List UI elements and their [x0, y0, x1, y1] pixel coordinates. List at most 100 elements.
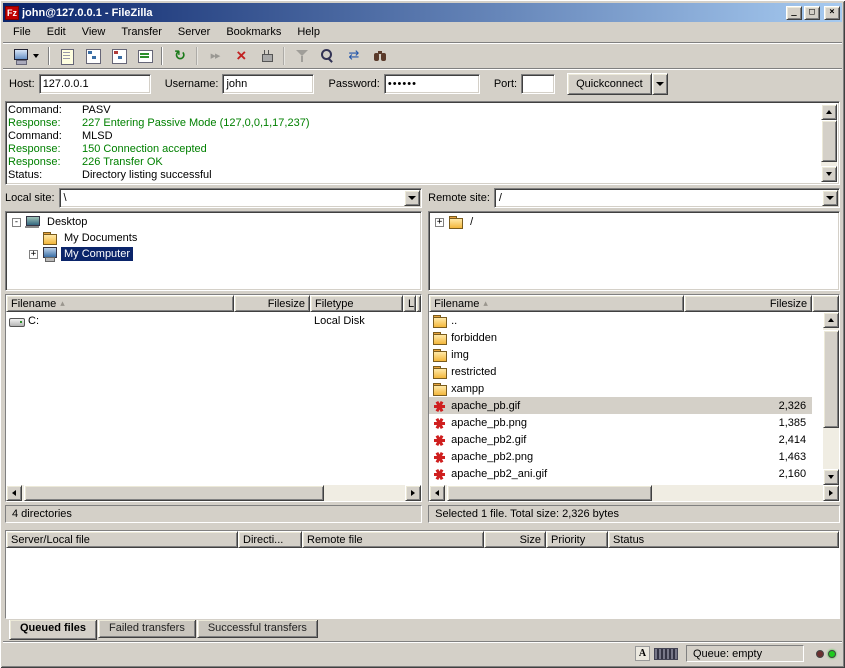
remote-directory-tree: + / — [428, 211, 840, 291]
scroll-down-icon[interactable] — [823, 469, 839, 485]
scrollbar-thumb[interactable] — [823, 330, 839, 428]
file-row[interactable]: img — [429, 346, 812, 363]
port-input[interactable] — [521, 74, 555, 94]
menu-item-edit[interactable]: Edit — [39, 22, 74, 42]
horizontal-splitter[interactable] — [3, 523, 842, 530]
file-name: C: — [28, 315, 39, 327]
compare-icon[interactable] — [316, 45, 340, 67]
file-row[interactable]: apache_pb2_ani.gif 2,160 — [429, 465, 812, 482]
file-row[interactable]: .. — [429, 312, 812, 329]
host-input[interactable] — [39, 74, 151, 94]
column-header[interactable]: Priority — [546, 531, 608, 548]
filter-icon[interactable] — [290, 45, 314, 67]
column-header[interactable]: Remote file — [302, 531, 484, 548]
column-header[interactable]: Directi... — [238, 531, 302, 548]
password-input[interactable] — [384, 74, 480, 94]
column-header[interactable]: Filename — [6, 295, 234, 312]
remote-file-list: .. forbidden img — [429, 312, 839, 485]
tab-successful-transfers[interactable]: Successful transfers — [197, 620, 318, 638]
toggle-queue-icon[interactable] — [133, 45, 157, 67]
column-header[interactable]: L — [403, 295, 416, 312]
scroll-down-icon[interactable] — [821, 166, 837, 182]
quickconnect-button[interactable]: Quickconnect — [567, 73, 652, 95]
toggle-message-log-icon[interactable] — [55, 45, 79, 67]
tree-expander[interactable]: - — [12, 218, 21, 227]
menu-item-view[interactable]: View — [74, 22, 114, 42]
local-site-combobox[interactable]: \ — [59, 188, 423, 208]
cancel-icon[interactable] — [229, 45, 253, 67]
menu-item-file[interactable]: File — [5, 22, 39, 42]
file-row[interactable]: restricted — [429, 363, 812, 380]
remote-horizontal-scrollbar[interactable] — [429, 485, 839, 501]
column-header[interactable]: Status — [608, 531, 839, 548]
log-prefix: Command: — [8, 104, 82, 117]
file-row[interactable]: apache_pb2.gif 2,414 — [429, 431, 812, 448]
scroll-right-icon[interactable] — [405, 485, 421, 501]
chevron-down-icon[interactable] — [404, 190, 420, 206]
remote-site-row: Remote site: / — [428, 187, 840, 209]
menu-item-server[interactable]: Server — [170, 22, 218, 42]
menu-item-transfer[interactable]: Transfer — [113, 22, 170, 42]
process-queue-icon[interactable] — [203, 45, 227, 67]
column-header[interactable]: Filetype — [310, 295, 403, 312]
maximize-button[interactable]: □ — [804, 6, 820, 20]
file-row[interactable]: xampp — [429, 380, 812, 397]
tree-item[interactable]: + / — [429, 214, 839, 230]
file-row[interactable]: apache_pb.png 1,385 — [429, 414, 812, 431]
file-name-cell: apache_pb2_ani.gif — [429, 467, 684, 481]
tab-failed-transfers[interactable]: Failed transfers — [98, 620, 196, 638]
toggle-remote-tree-icon[interactable] — [107, 45, 131, 67]
quickconnect-dropdown-button[interactable] — [652, 73, 668, 95]
find-files-icon[interactable] — [368, 45, 392, 67]
status-bar: A Queue: empty — [3, 641, 842, 665]
username-input[interactable] — [222, 74, 314, 94]
scroll-up-icon[interactable] — [823, 312, 839, 328]
tree-expander[interactable]: + — [435, 218, 444, 227]
file-row[interactable]: forbidden — [429, 329, 812, 346]
remote-vertical-scrollbar[interactable] — [823, 312, 839, 485]
column-header[interactable]: Server/Local file — [6, 531, 238, 548]
file-row[interactable]: apache_pb.gif 2,326 — [429, 397, 812, 414]
chevron-down-icon[interactable] — [822, 190, 838, 206]
scroll-left-icon[interactable] — [429, 485, 445, 501]
tree-item[interactable]: + My Computer — [6, 246, 421, 262]
remote-site-combobox[interactable]: / — [494, 188, 840, 208]
remote-file-listview: Filename Filesize .. — [428, 294, 840, 502]
column-header[interactable]: Size — [484, 531, 546, 548]
refresh-icon[interactable] — [168, 45, 192, 67]
menu-item-bookmarks[interactable]: Bookmarks — [218, 22, 289, 42]
scroll-right-icon[interactable] — [823, 485, 839, 501]
scrollbar-thumb[interactable] — [821, 120, 837, 162]
tab-queued-files[interactable]: Queued files — [9, 620, 97, 640]
scroll-left-icon[interactable] — [6, 485, 22, 501]
toggle-local-tree-icon[interactable] — [81, 45, 105, 67]
minimize-button[interactable]: _ — [786, 6, 802, 20]
log-scrollbar[interactable] — [821, 104, 837, 182]
file-row[interactable]: C: Local Disk — [6, 312, 421, 329]
tree-item-icon — [25, 215, 40, 229]
column-header[interactable]: Filesize — [684, 295, 812, 312]
queue-list[interactable] — [6, 548, 839, 618]
tree-item[interactable]: My Documents — [6, 230, 421, 246]
column-header[interactable]: Filename — [429, 295, 684, 312]
tree-item[interactable]: - Desktop — [6, 214, 421, 230]
local-horizontal-scrollbar[interactable] — [6, 485, 421, 501]
file-icon — [432, 365, 447, 379]
file-name: forbidden — [451, 332, 497, 344]
receive-led-icon — [816, 650, 824, 658]
scrollbar-thumb[interactable] — [447, 485, 652, 501]
log-line: Command:PASV — [8, 104, 821, 117]
scroll-up-icon[interactable] — [821, 104, 837, 120]
log-text: Directory listing successful — [82, 169, 212, 182]
file-row[interactable]: apache_pb2.png 1,463 — [429, 448, 812, 465]
file-name: apache_pb2.gif — [451, 434, 526, 446]
menu-item-help[interactable]: Help — [289, 22, 328, 42]
tree-expander[interactable]: + — [29, 250, 38, 259]
site-manager-icon[interactable] — [8, 45, 44, 67]
disconnect-icon[interactable] — [255, 45, 279, 67]
sync-browsing-icon[interactable] — [342, 45, 366, 67]
close-button[interactable]: × — [824, 6, 840, 20]
column-header-label: Filename — [434, 298, 479, 310]
scrollbar-thumb[interactable] — [24, 485, 324, 501]
column-header[interactable]: Filesize — [234, 295, 310, 312]
